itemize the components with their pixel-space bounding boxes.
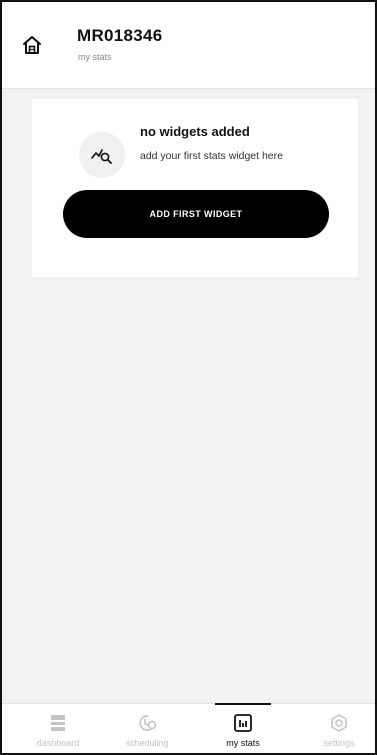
tab-my-stats[interactable]: my stats [205,703,281,753]
tab-scheduling[interactable]: scheduling [109,704,185,753]
stats-search-icon [79,132,125,178]
tab-dashboard[interactable]: dashboard [20,704,96,753]
home-button[interactable] [19,32,45,58]
app-screen: MR018346 my stats no widgets added add y… [0,0,377,755]
page-subtitle: my stats [78,52,112,62]
device-title: MR018346 [77,26,163,45]
add-first-widget-button[interactable]: ADD FIRST WIDGET [63,190,329,238]
dashboard-icon [47,712,69,734]
empty-widgets-card: no widgets added add your first stats wi… [32,99,358,277]
tab-settings[interactable]: settings [301,704,375,753]
settings-icon [328,712,350,734]
empty-state-subtitle: add your first stats widget here [140,150,283,162]
stats-chart-icon [232,712,254,734]
tab-label: dashboard [36,738,80,748]
scheduling-icon [136,712,158,734]
app-header: MR018346 my stats [2,2,375,89]
empty-state-title: no widgets added [140,124,250,139]
tab-label: scheduling [125,738,169,748]
tab-label: my stats [226,738,260,748]
tab-label: settings [323,738,355,748]
bottom-tab-bar: dashboard scheduling my stats settings [2,703,375,753]
home-icon [23,36,41,54]
